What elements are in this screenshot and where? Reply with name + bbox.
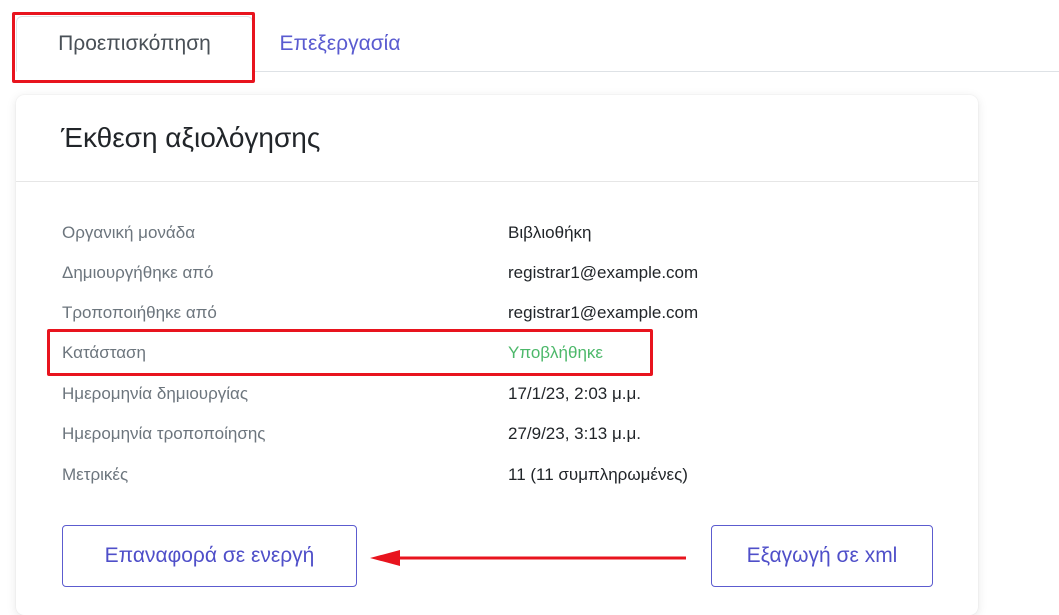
field-label: Ημερομηνία δημιουργίας xyxy=(62,384,249,403)
tab-edit[interactable]: Επεξεργασία xyxy=(255,16,425,72)
field-row-modified-by: Τροποποιήθηκε από registrar1@example.com xyxy=(62,303,942,327)
field-row-unit: Οργανική μονάδα Βιβλιοθήκη xyxy=(62,223,942,247)
field-value: 11 (11 συμπληρωμένες) xyxy=(508,465,688,484)
card-header: Έκθεση αξιολόγησης xyxy=(16,95,978,182)
field-value: registrar1@example.com xyxy=(508,303,699,322)
export-xml-button[interactable]: Εξαγωγή σε xml xyxy=(711,525,933,587)
field-value: 17/1/23, 2:03 μ.μ. xyxy=(508,384,642,403)
reset-to-active-button[interactable]: Επαναφορά σε ενεργή xyxy=(62,525,357,587)
field-row-metrics: Μετρικές 11 (11 συμπληρωμένες) xyxy=(62,465,942,489)
field-row-modified-date: Ημερομηνία τροποποίησης 27/9/23, 3:13 μ.… xyxy=(62,424,942,448)
field-value: registrar1@example.com xyxy=(508,263,699,282)
field-label: Τροποποιήθηκε από xyxy=(62,303,217,322)
field-label: Ημερομηνία τροποποίησης xyxy=(62,424,266,443)
field-row-created-date: Ημερομηνία δημιουργίας 17/1/23, 2:03 μ.μ… xyxy=(62,384,942,408)
field-label: Οργανική μονάδα xyxy=(62,223,196,242)
annotation-arrow-icon xyxy=(370,550,686,566)
annotation-highlight-status xyxy=(47,329,653,376)
annotation-highlight-tab xyxy=(12,12,255,83)
field-label: Δημιουργήθηκε από xyxy=(62,263,214,282)
field-value: Βιβλιοθήκη xyxy=(508,223,592,242)
field-value: 27/9/23, 3:13 μ.μ. xyxy=(508,424,642,443)
field-label: Μετρικές xyxy=(62,465,129,484)
field-row-created-by: Δημιουργήθηκε από registrar1@example.com xyxy=(62,263,942,287)
page-title: Έκθεση αξιολόγησης xyxy=(61,122,321,153)
